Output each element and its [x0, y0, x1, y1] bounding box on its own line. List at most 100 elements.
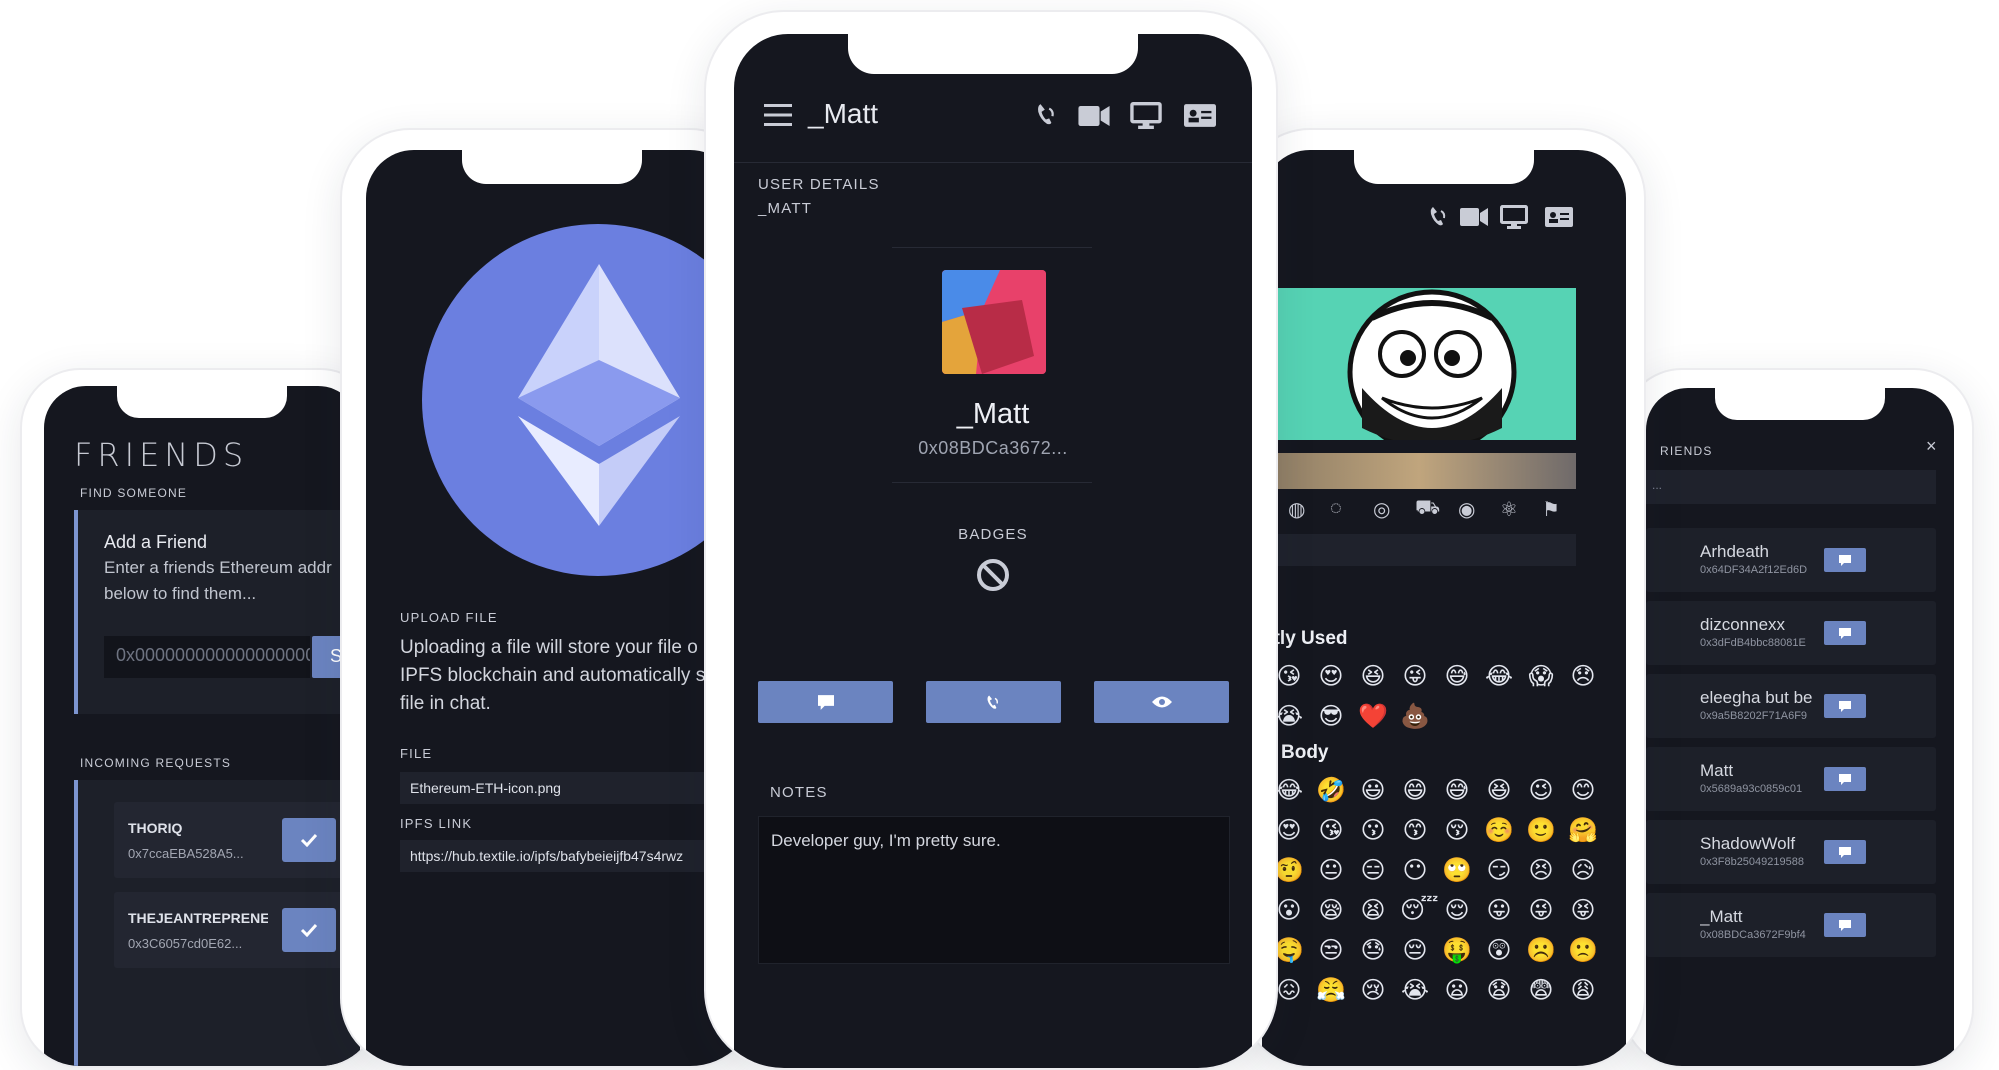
- address-input[interactable]: 0x000000000000000000: [104, 636, 310, 678]
- emoji[interactable]: 😅: [1442, 662, 1472, 692]
- message-friend-button[interactable]: [1824, 694, 1866, 718]
- emoji[interactable]: 😄: [1400, 776, 1430, 816]
- emoji[interactable]: 🤨: [1274, 856, 1304, 896]
- notes-textarea[interactable]: Developer guy, I'm pretty sure.: [758, 816, 1230, 964]
- user-card-icon[interactable]: [1545, 207, 1573, 227]
- emoji[interactable]: ☺️: [1484, 816, 1514, 856]
- emoji[interactable]: 🙁: [1568, 936, 1598, 976]
- emoji[interactable]: 😨: [1526, 976, 1556, 1016]
- emoji[interactable]: 🤤: [1274, 936, 1304, 976]
- emoji[interactable]: 😓: [1358, 936, 1388, 976]
- emoji[interactable]: 😚: [1442, 816, 1472, 856]
- emoji[interactable]: 😑: [1358, 856, 1388, 896]
- view-button[interactable]: [1094, 681, 1229, 723]
- emoji[interactable]: 😆: [1358, 662, 1388, 692]
- call-button[interactable]: [926, 681, 1061, 723]
- friend-row[interactable]: Matt 0x5689a93c0859c01: [1646, 747, 1936, 811]
- close-icon[interactable]: ×: [1926, 436, 1937, 457]
- emoji[interactable]: 😉: [1526, 776, 1556, 816]
- emoji[interactable]: 😎: [1316, 702, 1346, 732]
- emoji[interactable]: 😭: [1400, 976, 1430, 1016]
- emoji[interactable]: 😔: [1400, 936, 1430, 976]
- emoji[interactable]: 🙄: [1442, 856, 1472, 896]
- gif-preview-image-2[interactable]: [1262, 453, 1576, 489]
- friend-row[interactable]: ShadowWolf 0x3F8b25049219588: [1646, 820, 1936, 884]
- voice-call-icon[interactable]: [1036, 102, 1058, 126]
- emoji[interactable]: 🤗: [1568, 816, 1598, 856]
- friend-row[interactable]: eleegha but be 0x9a5B8202F71A6F9: [1646, 674, 1936, 738]
- emoji[interactable]: 😃: [1358, 776, 1388, 816]
- user-card-icon[interactable]: [1184, 104, 1216, 127]
- emoji[interactable]: 😘: [1316, 816, 1346, 856]
- message-friend-button[interactable]: [1824, 548, 1866, 572]
- activity-category-icon[interactable]: ◎: [1373, 497, 1390, 522]
- emoji[interactable]: 😊: [1568, 776, 1598, 816]
- emoji[interactable]: 😙: [1400, 816, 1430, 856]
- emoji[interactable]: 😌: [1442, 896, 1472, 936]
- food-category-icon[interactable]: ◌: [1330, 497, 1342, 520]
- menu-icon[interactable]: [764, 104, 792, 126]
- friend-row[interactable]: Arhdeath 0x64DF34A2f12Ed6D: [1646, 528, 1936, 592]
- emoji[interactable]: 😴: [1400, 896, 1439, 936]
- friend-row[interactable]: dizconnexx 0x3dFdB4bbc88081E: [1646, 601, 1936, 665]
- ipfs-link-field[interactable]: https://hub.textile.io/ipfs/bafybeieijfb…: [400, 840, 738, 872]
- emoji[interactable]: 💩: [1400, 702, 1430, 732]
- emoji[interactable]: 😘: [1274, 662, 1304, 692]
- screen-share-icon[interactable]: [1500, 205, 1528, 229]
- emoji[interactable]: 😥: [1568, 856, 1598, 896]
- emoji[interactable]: 😭: [1274, 702, 1304, 732]
- video-call-icon[interactable]: [1078, 106, 1110, 126]
- message-friend-button[interactable]: [1824, 767, 1866, 791]
- friend-row[interactable]: _Matt 0x08BDCa3672F9bf4: [1646, 893, 1936, 957]
- emoji[interactable]: 😢: [1358, 976, 1388, 1016]
- emoji[interactable]: 🙂: [1526, 816, 1556, 856]
- emoji[interactable]: 😐: [1316, 856, 1346, 896]
- video-call-icon[interactable]: [1460, 208, 1488, 226]
- emoji[interactable]: 😫: [1358, 896, 1388, 936]
- emoji[interactable]: 😜: [1526, 896, 1556, 936]
- emoji[interactable]: 😲: [1484, 936, 1514, 976]
- accept-request-button[interactable]: [282, 818, 336, 862]
- message-button[interactable]: [758, 681, 893, 723]
- emoji[interactable]: 😛: [1484, 896, 1514, 936]
- emoji[interactable]: 😣: [1526, 856, 1556, 896]
- message-friend-button[interactable]: [1824, 840, 1866, 864]
- emoji[interactable]: 😂: [1274, 776, 1304, 816]
- emoji-search-input[interactable]: [1262, 534, 1576, 566]
- symbols-category-icon[interactable]: ⚛: [1500, 497, 1518, 522]
- emoji[interactable]: 😆: [1484, 776, 1514, 816]
- emoji[interactable]: 😍: [1316, 662, 1346, 692]
- file-field[interactable]: Ethereum-ETH-icon.png: [400, 772, 738, 804]
- accept-request-button[interactable]: [282, 908, 336, 952]
- emoji[interactable]: 😦: [1442, 976, 1472, 1016]
- emoji[interactable]: 😗: [1358, 816, 1388, 856]
- flags-category-icon[interactable]: ⚑: [1542, 497, 1560, 522]
- emoji[interactable]: 🤑: [1442, 936, 1472, 976]
- emoji[interactable]: ❤️: [1358, 702, 1388, 732]
- emoji[interactable]: 🤣: [1316, 776, 1346, 816]
- emoji[interactable]: 😧: [1484, 976, 1514, 1016]
- emoji[interactable]: 😜: [1400, 662, 1430, 692]
- emoji[interactable]: ☹️: [1526, 936, 1556, 976]
- friends-search-input[interactable]: ...: [1646, 470, 1936, 504]
- animals-category-icon[interactable]: ◍: [1288, 497, 1305, 522]
- emoji[interactable]: 😮: [1274, 896, 1304, 936]
- emoji[interactable]: 😶: [1400, 856, 1430, 896]
- travel-category-icon[interactable]: ⛟: [1415, 497, 1440, 522]
- gif-preview-image[interactable]: [1262, 288, 1576, 440]
- emoji[interactable]: 😂: [1484, 662, 1514, 692]
- message-friend-button[interactable]: [1824, 621, 1866, 645]
- emoji[interactable]: 😏: [1484, 856, 1514, 896]
- emoji[interactable]: 😤: [1316, 976, 1346, 1016]
- voice-call-icon[interactable]: [1429, 205, 1449, 227]
- emoji[interactable]: 😅: [1442, 776, 1472, 816]
- emoji[interactable]: 😝: [1568, 896, 1598, 936]
- emoji[interactable]: 😩: [1568, 976, 1598, 1016]
- message-friend-button[interactable]: [1824, 913, 1866, 937]
- emoji[interactable]: 😞: [1568, 662, 1598, 692]
- emoji[interactable]: 😪: [1316, 896, 1346, 936]
- objects-category-icon[interactable]: ◉: [1458, 497, 1475, 522]
- emoji[interactable]: 😖: [1274, 976, 1304, 1016]
- emoji[interactable]: 😍: [1274, 816, 1304, 856]
- screen-share-icon[interactable]: [1130, 102, 1162, 129]
